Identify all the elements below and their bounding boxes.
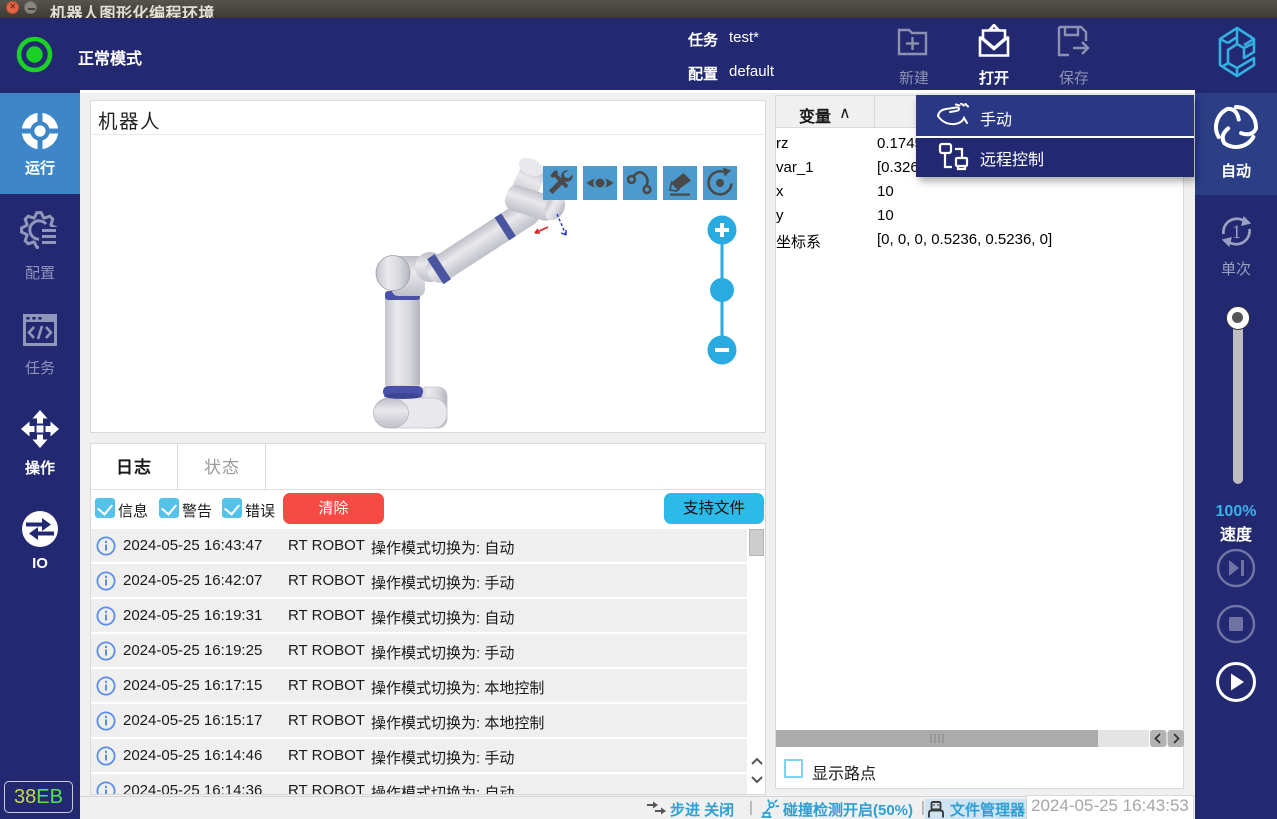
svg-text:1: 1 xyxy=(1231,223,1240,243)
